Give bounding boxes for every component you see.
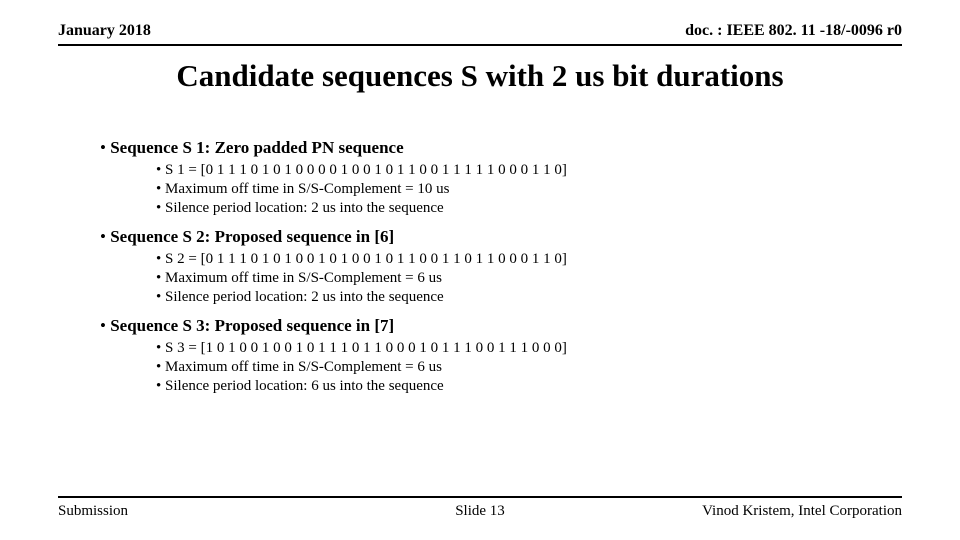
sequence-maxoff: Maximum off time in S/S-Complement = 6 u… [156, 270, 890, 287]
footer-author: Vinod Kristem, Intel Corporation [702, 503, 902, 520]
footer-rule [58, 496, 902, 498]
sequence-bits: S 3 = [1 0 1 0 0 1 0 0 1 0 1 1 1 0 1 1 0… [156, 340, 890, 357]
sequence-block: Sequence S 2: Proposed sequence in [6] S… [100, 227, 890, 306]
sequence-bits: S 1 = [0 1 1 1 0 1 0 1 0 0 0 0 1 0 0 1 0… [156, 162, 890, 179]
sequence-heading: Sequence S 1: Zero padded PN sequence [100, 138, 890, 158]
header-date: January 2018 [58, 22, 151, 40]
sequence-block: Sequence S 3: Proposed sequence in [7] S… [100, 316, 890, 395]
slide-header: January 2018 doc. : IEEE 802. 11 -18/-00… [58, 22, 902, 40]
sequence-maxoff: Maximum off time in S/S-Complement = 10 … [156, 181, 890, 198]
sequence-silence: Silence period location: 2 us into the s… [156, 289, 890, 306]
header-doc-id: doc. : IEEE 802. 11 -18/-0096 r0 [685, 22, 902, 40]
footer-left: Submission [58, 503, 128, 520]
sequence-silence: Silence period location: 6 us into the s… [156, 378, 890, 395]
sequence-silence: Silence period location: 2 us into the s… [156, 200, 890, 217]
sequence-heading: Sequence S 3: Proposed sequence in [7] [100, 316, 890, 336]
sequence-block: Sequence S 1: Zero padded PN sequence S … [100, 138, 890, 217]
header-rule [58, 44, 902, 46]
sequence-heading: Sequence S 2: Proposed sequence in [6] [100, 227, 890, 247]
slide-title: Candidate sequences S with 2 us bit dura… [0, 58, 960, 94]
slide-content: Sequence S 1: Zero padded PN sequence S … [100, 138, 890, 405]
slide-footer: Submission Slide 13 Vinod Kristem, Intel… [58, 503, 902, 520]
slide: January 2018 doc. : IEEE 802. 11 -18/-00… [0, 0, 960, 540]
sequence-bits: S 2 = [0 1 1 1 0 1 0 1 0 0 1 0 1 0 0 1 0… [156, 251, 890, 268]
sequence-maxoff: Maximum off time in S/S-Complement = 6 u… [156, 359, 890, 376]
